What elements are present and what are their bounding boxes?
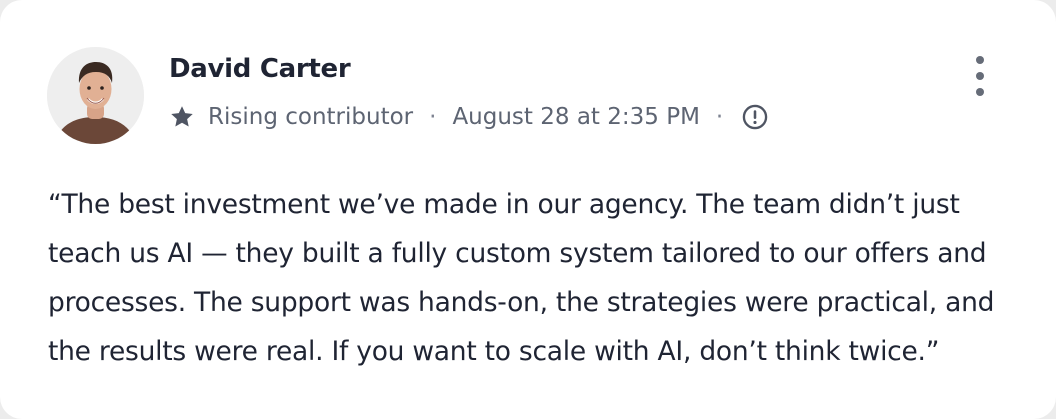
testimonial-text: “The best investment we’ve made in our a…	[48, 189, 995, 367]
dot-icon	[976, 72, 984, 80]
author-name[interactable]: David Carter	[169, 54, 351, 84]
meta-separator: ·	[429, 104, 437, 130]
testimonial-card: David Carter Rising contributor · August…	[0, 0, 1056, 419]
dot-icon	[976, 88, 984, 96]
more-vertical-icon[interactable]	[964, 56, 996, 96]
post-timestamp[interactable]: August 28 at 2:35 PM	[452, 104, 699, 130]
badge-label: Rising contributor	[208, 104, 414, 130]
avatar[interactable]	[47, 47, 144, 144]
post-meta: Rising contributor · August 28 at 2:35 P…	[168, 100, 769, 134]
avatar-photo	[47, 47, 144, 144]
meta-separator: ·	[715, 104, 724, 130]
star-icon	[168, 103, 196, 131]
dot-icon	[976, 56, 984, 64]
info-circle-icon[interactable]	[741, 103, 769, 131]
